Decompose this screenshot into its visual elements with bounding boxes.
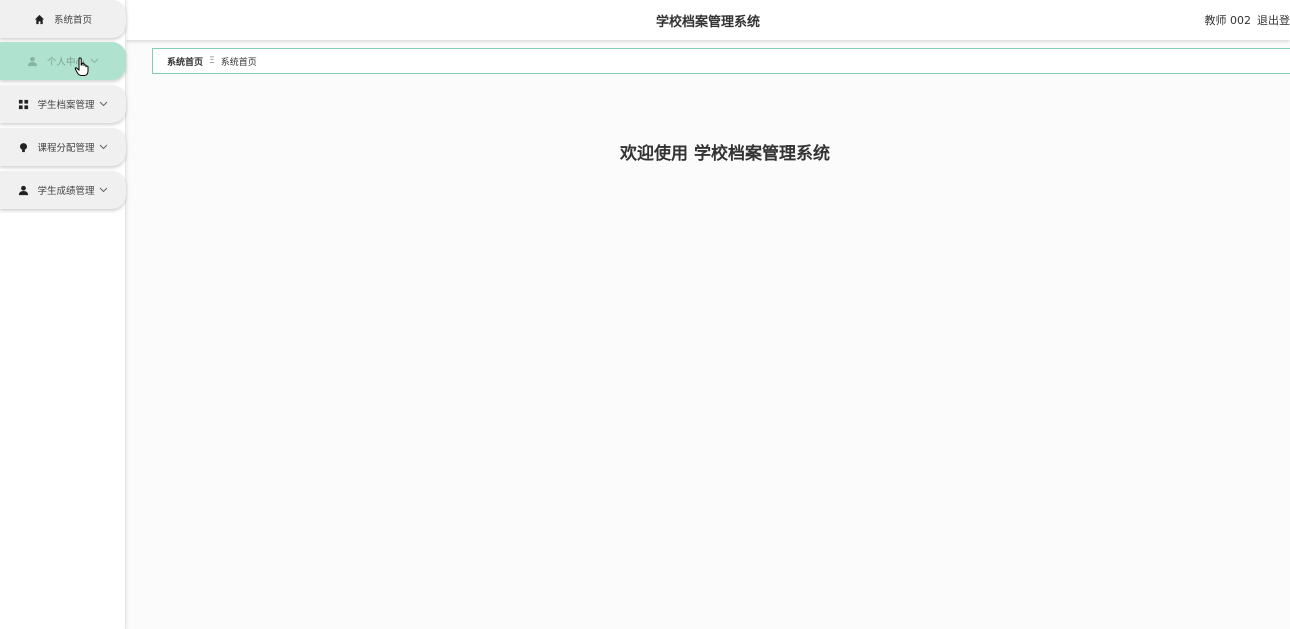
- sidebar-item-label: 学生成绩管理: [37, 186, 95, 197]
- chevron-down-icon: [99, 99, 109, 109]
- main-content: [126, 40, 1290, 629]
- chevron-down-icon: [99, 142, 109, 152]
- sidebar-item-label: 课程分配管理: [37, 143, 95, 154]
- breadcrumb-separator: Ξ: [209, 56, 215, 66]
- user-area: 教师 002 退出登: [1205, 12, 1290, 28]
- grid-icon: [17, 98, 29, 110]
- sidebar-item-student-grades[interactable]: 学生成绩管理: [0, 171, 126, 209]
- user-icon: [27, 55, 39, 67]
- chevron-down-icon: [89, 56, 99, 66]
- sidebar-item-label: 系统首页: [53, 15, 92, 26]
- hand-cursor-icon: [74, 57, 90, 77]
- sidebar-item-course-assignment[interactable]: 课程分配管理: [0, 128, 126, 166]
- sidebar-item-profile[interactable]: 个人中心: [0, 42, 126, 80]
- user-icon: [17, 184, 29, 196]
- chevron-down-icon: [99, 185, 109, 195]
- sidebar-item-label: 学生档案管理: [37, 100, 95, 111]
- home-icon: [34, 13, 46, 25]
- username: 教师 002: [1204, 14, 1252, 27]
- breadcrumb-current: 系统首页: [220, 57, 257, 68]
- sidebar-item-home[interactable]: 系统首页: [0, 0, 126, 38]
- welcome-heading: 欢迎使用 学校档案管理系统: [620, 144, 830, 164]
- bulb-icon: [17, 141, 29, 153]
- top-header: 学校档案管理系统 教师 002 退出登: [126, 0, 1290, 40]
- breadcrumb: 系统首页 Ξ 系统首页: [152, 48, 1290, 74]
- sidebar: 系统首页 个人中心 学生档案管理 课程分配管理 学生成绩管理: [0, 0, 126, 629]
- logout-link[interactable]: 退出登: [1257, 14, 1290, 27]
- sidebar-item-student-archives[interactable]: 学生档案管理: [0, 85, 126, 123]
- breadcrumb-home[interactable]: 系统首页: [167, 55, 203, 68]
- app-title: 学校档案管理系统: [655, 15, 760, 30]
